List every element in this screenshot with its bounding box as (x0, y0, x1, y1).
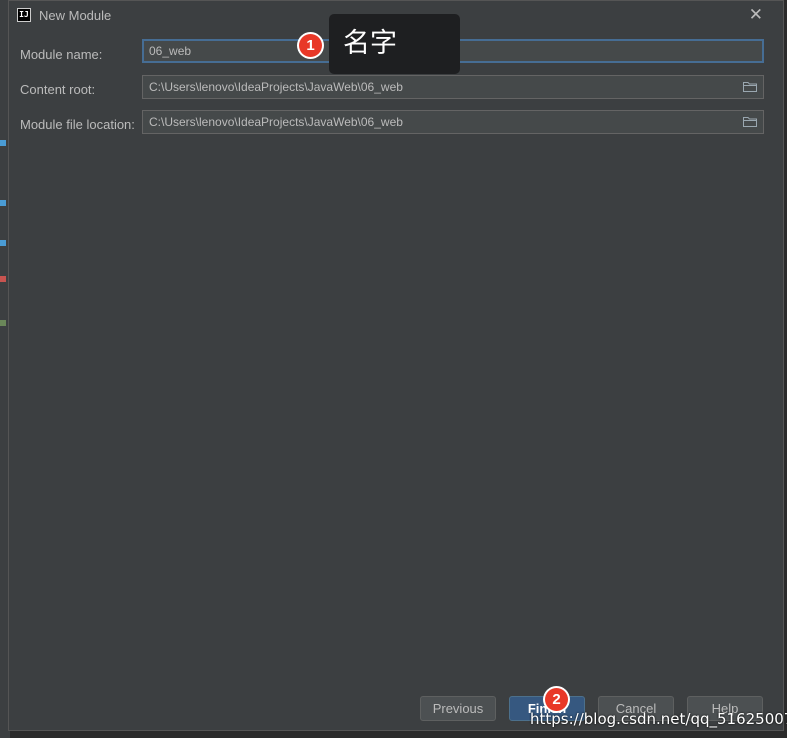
strip-marker (0, 320, 6, 326)
content-root-input[interactable]: C:\Users\lenovo\IdeaProjects\JavaWeb\06_… (142, 75, 764, 99)
step-2-badge: 2 (545, 688, 568, 711)
folder-icon[interactable] (743, 116, 757, 127)
module-name-label: Module name: (20, 47, 103, 62)
new-module-dialog: IJ New Module ✕ Module name: 06_web Cont… (8, 0, 784, 731)
folder-icon[interactable] (743, 81, 757, 92)
strip-marker (0, 240, 6, 246)
dialog-title: New Module (39, 8, 112, 23)
module-file-location-label: Module file location: (20, 117, 135, 132)
watermark-url: https://blog.csdn.net/qq_51625007 (530, 710, 787, 728)
strip-marker (0, 140, 6, 146)
strip-marker (0, 276, 6, 282)
module-file-location-input[interactable]: C:\Users\lenovo\IdeaProjects\JavaWeb\06_… (142, 110, 764, 134)
step-1-badge: 1 (299, 34, 322, 57)
close-icon[interactable]: ✕ (749, 5, 763, 25)
previous-button[interactable]: Previous (420, 696, 496, 721)
content-root-value: C:\Users\lenovo\IdeaProjects\JavaWeb\06_… (149, 80, 403, 94)
intellij-app-icon: IJ (17, 8, 31, 22)
content-root-label: Content root: (20, 82, 96, 97)
strip-marker (0, 200, 6, 206)
name-callout: 名字 (329, 14, 460, 74)
module-file-location-value: C:\Users\lenovo\IdeaProjects\JavaWeb\06_… (149, 115, 403, 129)
